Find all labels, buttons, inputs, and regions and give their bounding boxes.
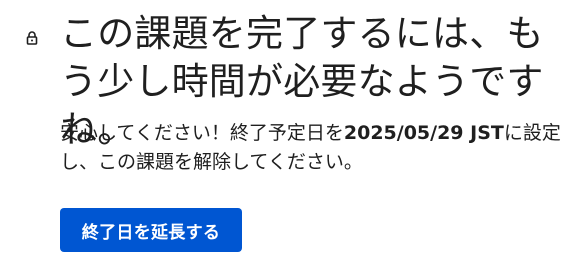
- description-text: 安心してください！終了予定日を2025/05/29 JSTに設定し、この課題を解…: [60, 119, 580, 177]
- extend-deadline-button[interactable]: 終了日を延長する: [60, 208, 242, 252]
- extend-deadline-panel: この課題を完了するには、もう少し時間が必要なようですね。 安心してください！終了…: [0, 0, 585, 279]
- description-prefix: 安心してください！終了予定日を: [60, 122, 344, 144]
- lock-icon: [24, 30, 40, 46]
- deadline-date: 2025/05/29 JST: [343, 122, 504, 144]
